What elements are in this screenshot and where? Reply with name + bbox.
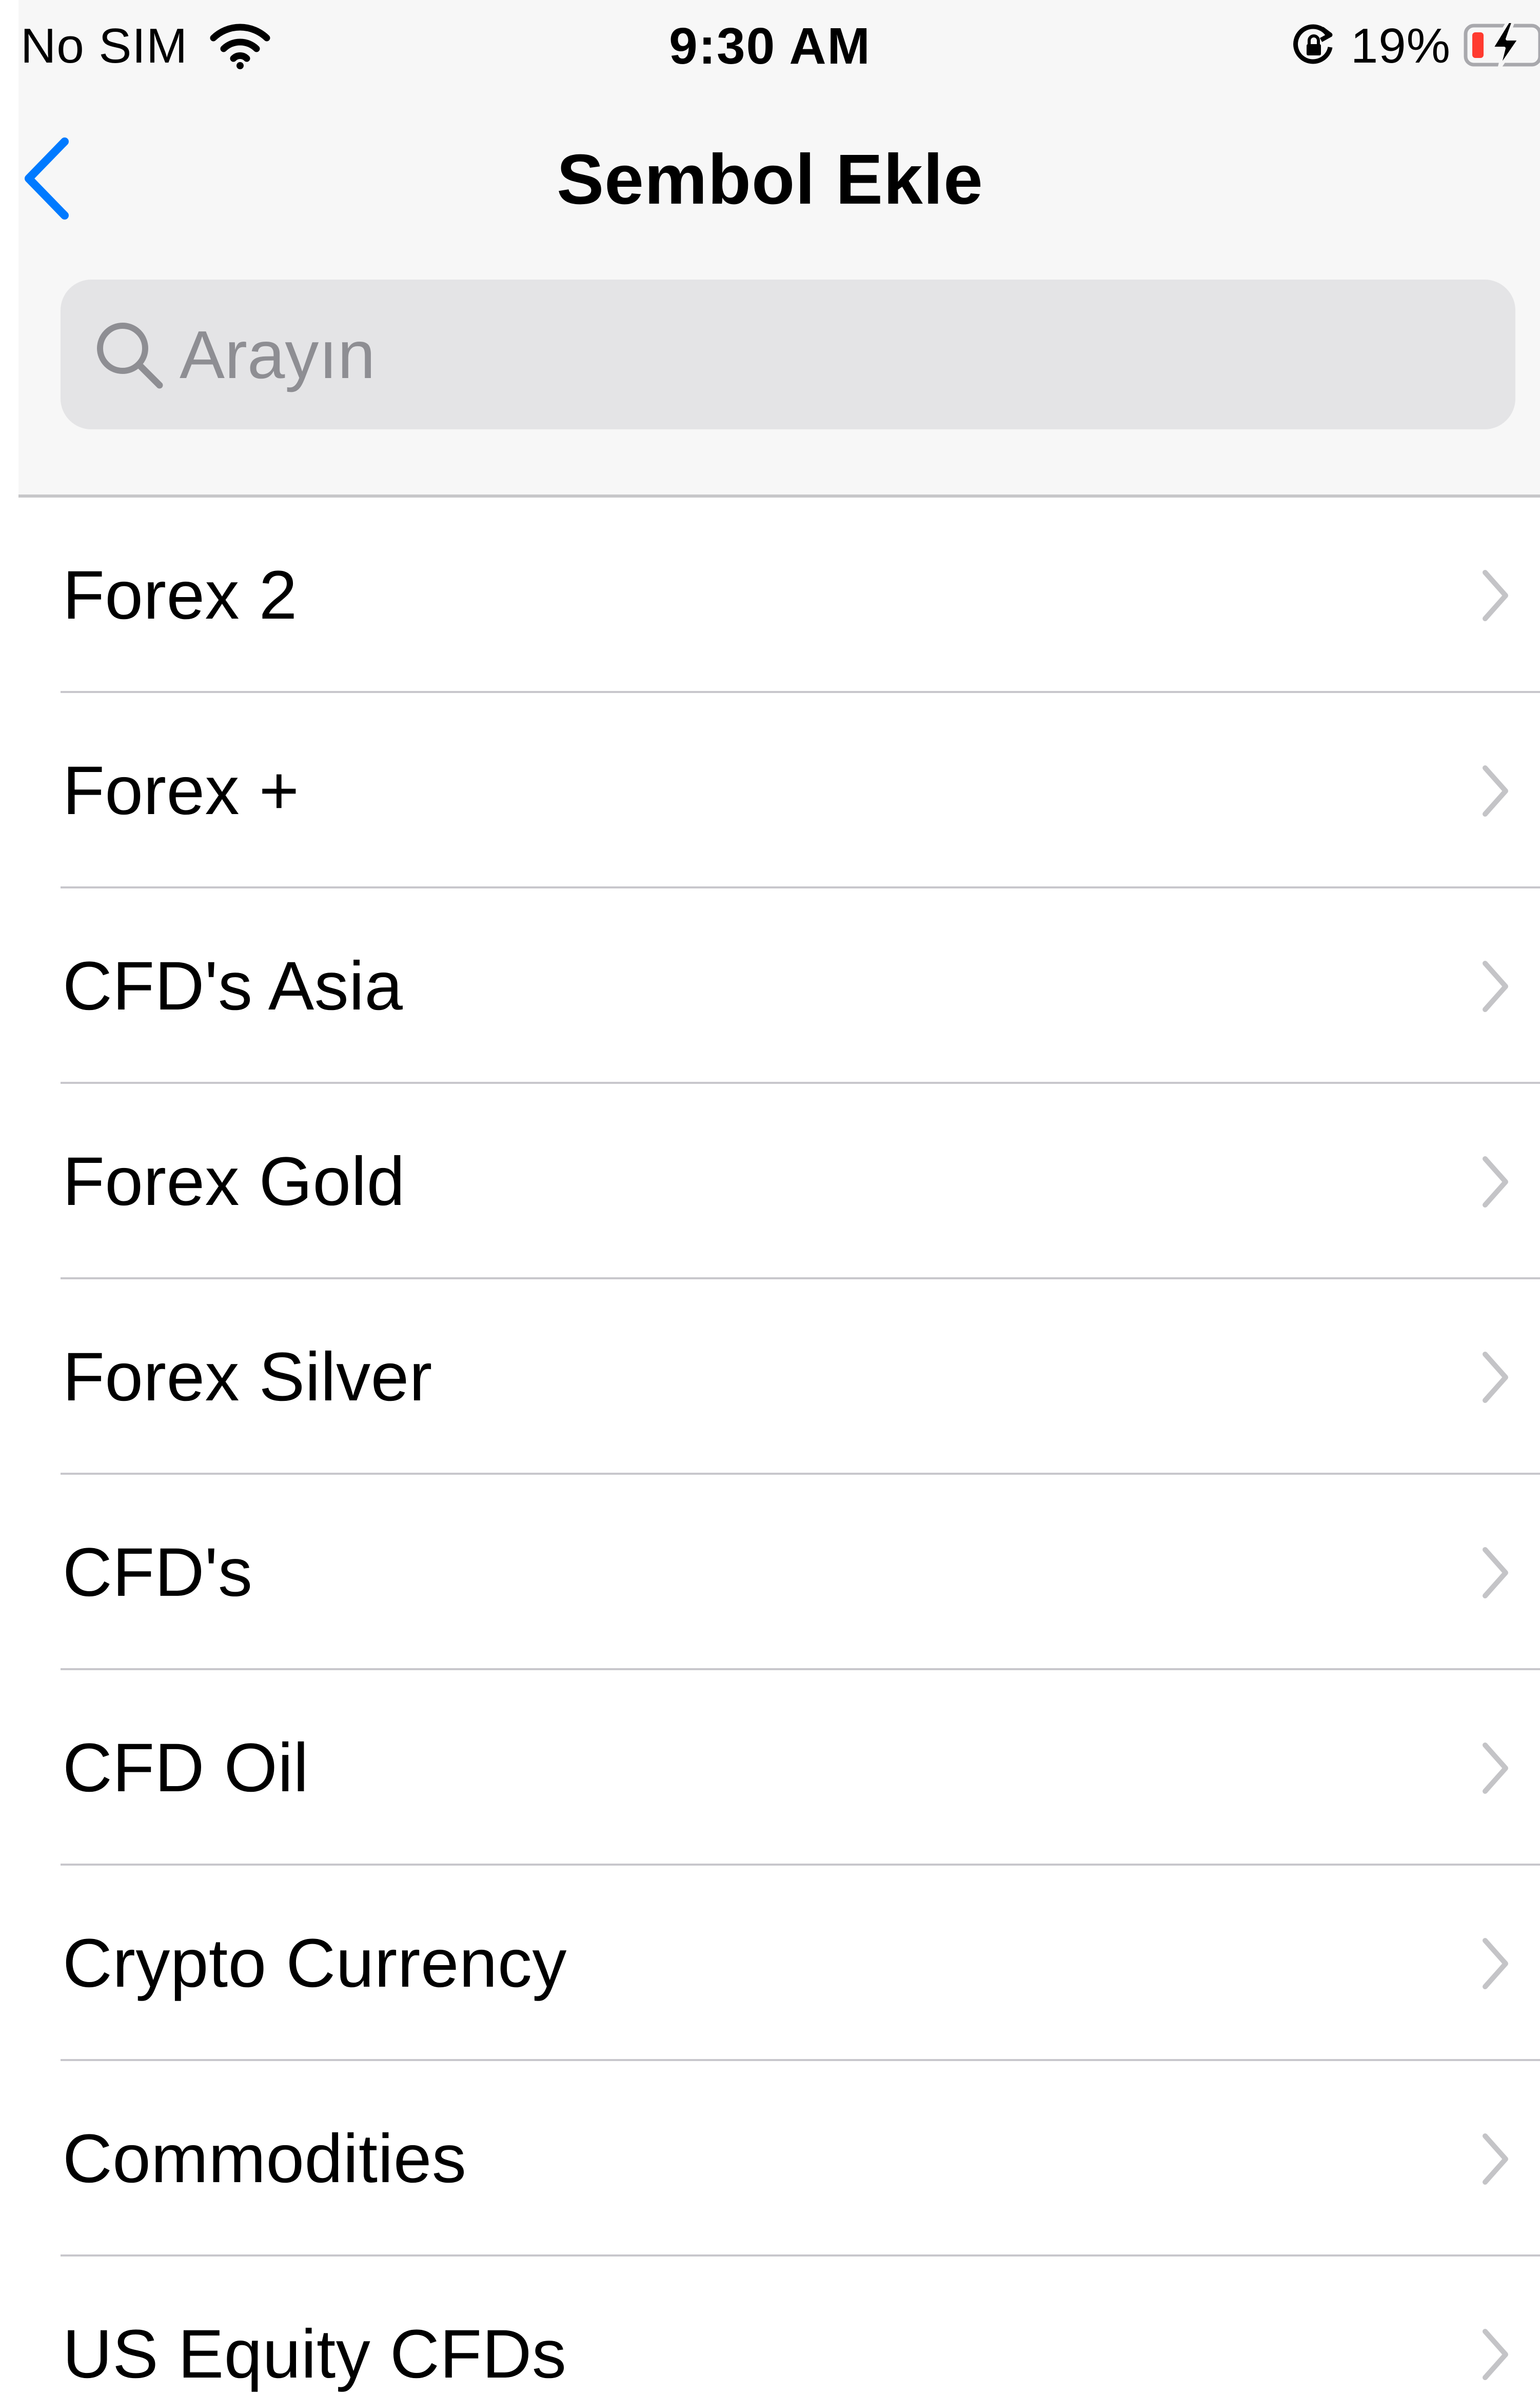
- battery-charging-icon: [1463, 19, 1540, 73]
- chevron-right-icon: [1477, 2128, 1513, 2190]
- status-bar-right: 19%: [1289, 15, 1540, 77]
- battery-percentage: 19%: [1350, 18, 1451, 73]
- chevron-right-icon: [1477, 2324, 1513, 2385]
- list-item-label: Forex +: [63, 753, 300, 829]
- chevron-right-icon: [1477, 1542, 1513, 1604]
- search-input[interactable]: [180, 303, 1462, 406]
- symbol-category-list: Forex 2 Forex + CFD's Asia Forex Gold Fo…: [0, 498, 1540, 2395]
- list-item-label: Forex Gold: [63, 1143, 405, 1220]
- list-item-us-equity-cfds[interactable]: US Equity CFDs: [0, 2257, 1540, 2395]
- list-item-forex-plus[interactable]: Forex +: [0, 693, 1540, 888]
- list-item-cfd-oil[interactable]: CFD Oil: [0, 1670, 1540, 1866]
- list-item-label: CFD's: [63, 1534, 253, 1611]
- chevron-right-icon: [1477, 956, 1513, 1017]
- list-item-forex-silver[interactable]: Forex Silver: [0, 1279, 1540, 1475]
- search-icon: [90, 316, 167, 393]
- chevron-right-icon: [1477, 1933, 1513, 1994]
- list-item-label: Crypto Currency: [63, 1925, 567, 2002]
- list-item-cfds-asia[interactable]: CFD's Asia: [0, 888, 1540, 1084]
- list-item-forex-2[interactable]: Forex 2: [0, 498, 1540, 693]
- list-item-forex-gold[interactable]: Forex Gold: [0, 1084, 1540, 1279]
- list-item-crypto-currency[interactable]: Crypto Currency: [0, 1866, 1540, 2061]
- page-title: Sembol Ekle: [557, 140, 983, 219]
- chevron-right-icon: [1477, 1151, 1513, 1213]
- search-bar[interactable]: [61, 280, 1515, 429]
- list-item-label: Forex Silver: [63, 1339, 432, 1415]
- list-item-label: CFD's Asia: [63, 948, 403, 1024]
- list-item-label: Forex 2: [63, 557, 298, 634]
- list-item-commodities[interactable]: Commodities: [0, 2061, 1540, 2257]
- orientation-lock-icon: [1289, 21, 1338, 72]
- chevron-right-icon: [1477, 1347, 1513, 1408]
- list-item-cfds[interactable]: CFD's: [0, 1475, 1540, 1670]
- list-item-label: Commodities: [63, 2121, 467, 2197]
- list-item-label: US Equity CFDs: [63, 2316, 567, 2392]
- chevron-right-icon: [1477, 565, 1513, 626]
- chevron-right-icon: [1477, 1737, 1513, 1799]
- list-item-label: CFD Oil: [63, 1730, 309, 1806]
- chevron-right-icon: [1477, 760, 1513, 822]
